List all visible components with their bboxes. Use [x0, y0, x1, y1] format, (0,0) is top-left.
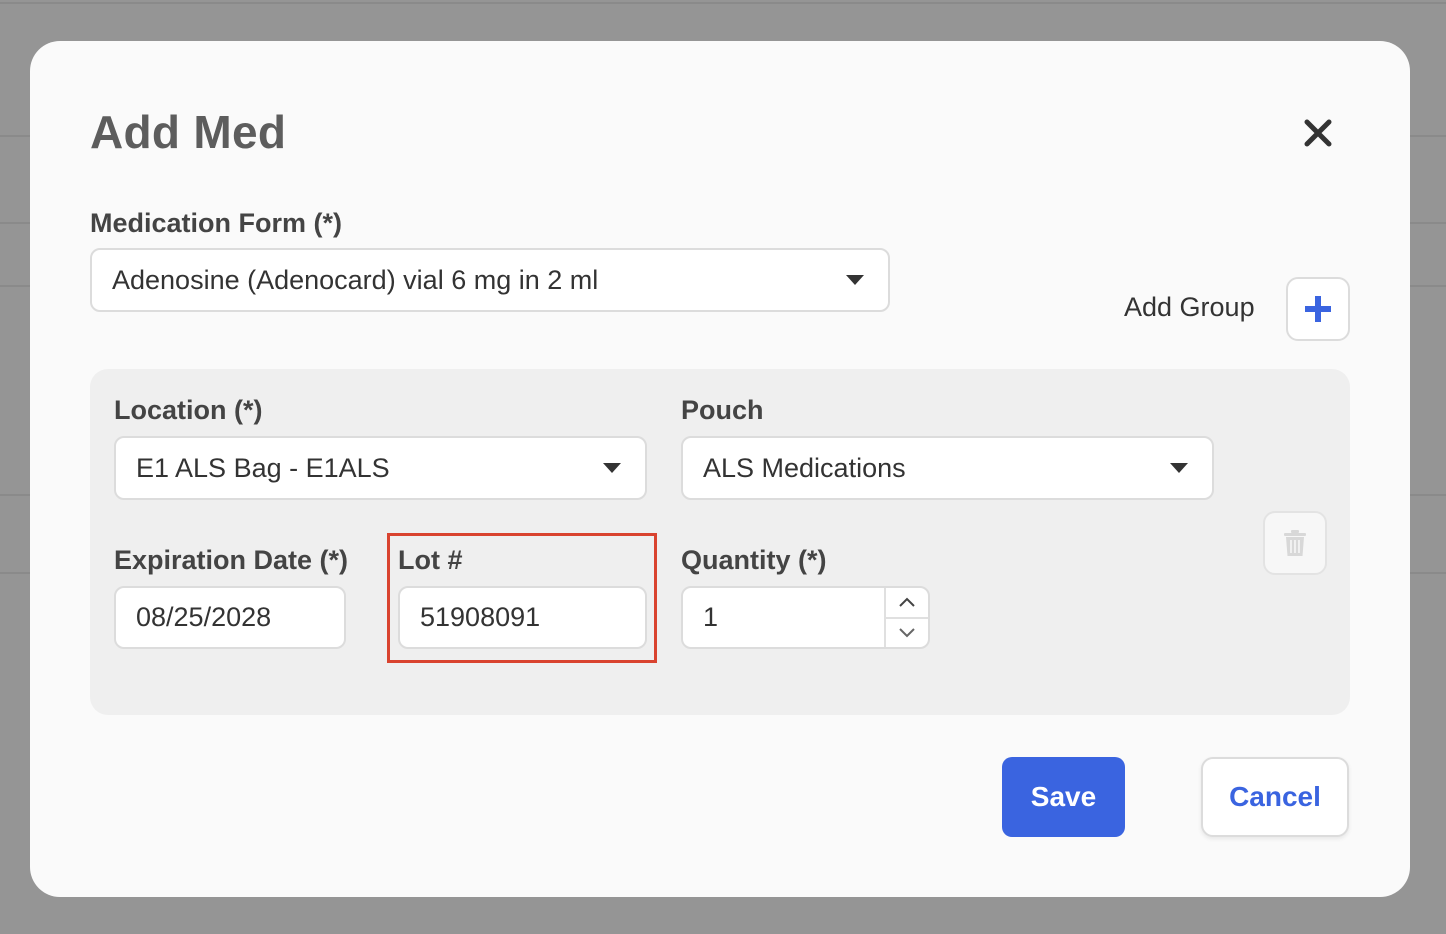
chevron-down-icon: [899, 628, 915, 638]
chevron-up-icon: [899, 597, 915, 607]
quantity-label: Quantity (*): [681, 545, 827, 575]
background-divider: [0, 2, 1446, 4]
pouch-select[interactable]: ALS Medications: [681, 436, 1214, 500]
location-value: E1 ALS Bag - E1ALS: [136, 452, 390, 483]
add-group-label: Add Group: [1124, 292, 1255, 322]
location-select[interactable]: E1 ALS Bag - E1ALS: [114, 436, 647, 500]
medication-form-select[interactable]: Adenosine (Adenocard) vial 6 mg in 2 ml: [90, 248, 890, 312]
save-button[interactable]: Save: [1002, 757, 1125, 837]
expiration-date-label: Expiration Date (*): [114, 545, 349, 575]
caret-down-icon: [846, 275, 864, 285]
close-button[interactable]: [1298, 113, 1338, 153]
quantity-decrement-button[interactable]: [886, 616, 928, 648]
plus-icon: [1305, 296, 1331, 322]
trash-icon: [1284, 530, 1306, 556]
expiration-date-input[interactable]: 08/25/2028: [114, 586, 346, 649]
cancel-button[interactable]: Cancel: [1201, 757, 1349, 837]
pouch-label: Pouch: [681, 395, 764, 425]
lot-number-label: Lot #: [398, 545, 463, 575]
close-icon: [1304, 119, 1332, 147]
dialog-title: Add Med: [90, 106, 287, 158]
lot-number-value: 51908091: [420, 602, 541, 632]
medication-form-label: Medication Form (*): [90, 208, 343, 238]
pouch-value: ALS Medications: [703, 452, 906, 483]
quantity-stepper[interactable]: 1: [681, 586, 930, 649]
quantity-increment-button[interactable]: [886, 588, 928, 617]
quantity-value: 1: [703, 602, 719, 632]
quantity-stepper-controls: [884, 588, 928, 647]
lot-number-input[interactable]: 51908091: [398, 586, 647, 649]
caret-down-icon: [1170, 463, 1188, 473]
add-group-button[interactable]: [1286, 277, 1350, 341]
location-label: Location (*): [114, 395, 263, 425]
expiration-date-value: 08/25/2028: [136, 602, 272, 632]
medication-form-value: Adenosine (Adenocard) vial 6 mg in 2 ml: [112, 264, 599, 295]
caret-down-icon: [603, 463, 621, 473]
add-med-dialog: Add Med Medication Form (*) Adenosine (A…: [30, 41, 1410, 897]
delete-group-button[interactable]: [1263, 511, 1327, 575]
